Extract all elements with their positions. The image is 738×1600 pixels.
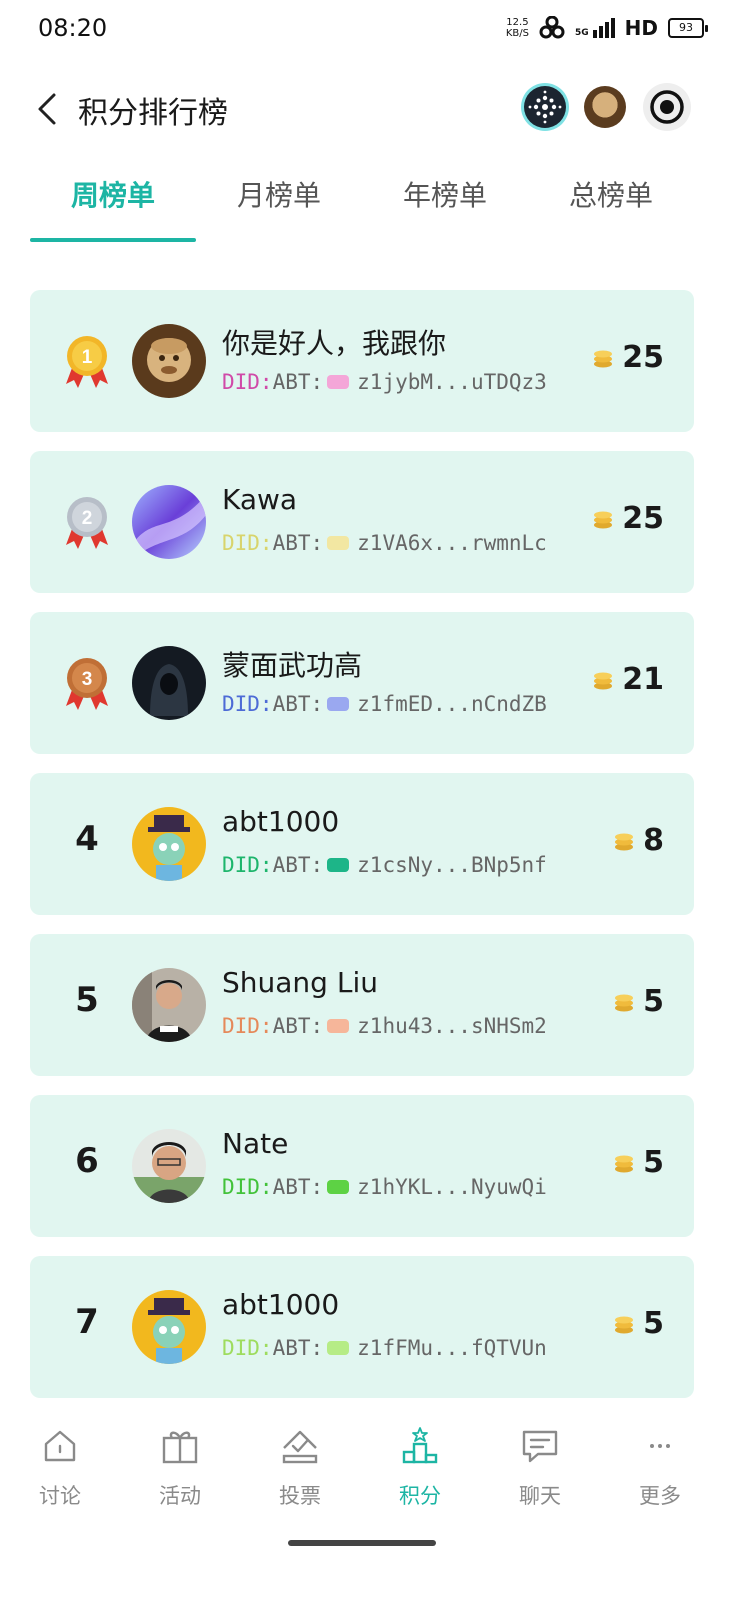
coin-icon [615,994,634,1011]
hotspot-icon [539,16,565,39]
podium-icon [402,1427,438,1464]
user-name: Kawa [222,483,298,516]
vote-icon [282,1430,318,1464]
svg-text:3: 3 [82,669,93,690]
chevron-left-icon[interactable] [34,92,62,126]
avatar [132,1129,206,1203]
gift-icon [162,1431,198,1464]
nav-item-more[interactable]: 更多 [600,1426,720,1510]
ranking-item[interactable]: 6 Nate DID: ABT: z1hYKL...NyuwQi 5 [30,1095,694,1237]
network-speed: 12.5 KB/S [505,17,529,39]
score: 25 [592,340,664,375]
svg-text:2: 2 [82,508,93,529]
bronze-medal-icon: 3 [66,658,108,710]
did-address: DID: ABT: z1hu43...sNHSm2 [222,1014,547,1038]
avatar [132,324,206,398]
did-avatar-icon [327,1019,350,1033]
coin-icon [615,833,634,850]
gold-medal-icon: 1 [66,336,108,388]
bottom-nav: 讨论 活动 投票 积分 聊天 更多 [0,1412,738,1532]
nav-item-discussion[interactable]: 讨论 [0,1426,120,1510]
did-address: DID: ABT: z1fFMu...fQTVUn [222,1336,547,1360]
user-name: abt1000 [222,1288,340,1321]
home-icon [44,1430,76,1462]
did-avatar-icon [327,858,350,872]
status-indicators: 12.5 KB/S 5G HD 93 [506,16,708,40]
user-name: Nate [222,1127,289,1160]
page-header: 积分排行榜 [0,70,738,146]
score: 5 [613,1145,664,1180]
score: 5 [613,1306,664,1341]
did-address: DID: ABT: z1fmED...nCndZB [222,692,547,716]
user-name: 你是好人，我跟你 [222,327,447,360]
silver-medal-icon: 2 [66,497,108,549]
blocklet-node-icon[interactable] [524,86,566,128]
svg-text:1: 1 [82,347,93,368]
coin-icon [615,1155,634,1172]
score: 25 [592,501,664,536]
tab-yearly[interactable]: 年榜单 [362,166,528,226]
signal-icon: 5G [575,18,615,38]
score: 5 [613,984,664,1019]
battery-icon: 93 [668,18,708,38]
ranking-tabs: 周榜单 月榜单 年榜单 总榜单 [30,166,694,244]
ranking-item[interactable]: 4 abt1000 DID: ABT: z1csNy...BNp5nf 8 [30,773,694,915]
tab-monthly[interactable]: 月榜单 [196,166,362,226]
did-address: DID: ABT: z1jybM...uTDQz3 [222,370,547,394]
did-avatar-icon [327,375,350,389]
nav-item-chat[interactable]: 聊天 [480,1426,600,1510]
ranking-item[interactable]: 1 你是好人，我跟你 DID: ABT: z1jybM...uTDQz3 25 [30,290,694,432]
score: 8 [613,823,664,858]
nav-item-points[interactable]: 积分 [360,1426,480,1510]
chat-icon [522,1430,558,1463]
user-avatar-icon[interactable] [584,86,626,128]
did-avatar-icon [327,1341,350,1355]
coin-icon [594,672,613,689]
avatar [132,968,206,1042]
more-icon [650,1444,670,1448]
avatar [132,485,206,559]
user-name: abt1000 [222,805,340,838]
rank-number: 5 [75,980,99,1020]
home-indicator[interactable] [288,1540,436,1546]
ranking-item[interactable]: 2 Kawa DID: ABT: z1VA6x...rwmnLc 25 [30,451,694,593]
rank-number: 7 [75,1302,99,1342]
avatar [132,1290,206,1364]
user-name: 蒙面武功高 [222,649,363,682]
user-name: Shuang Liu [222,966,378,999]
tab-weekly[interactable]: 周榜单 [30,166,196,226]
did-address: DID: ABT: z1csNy...BNp5nf [222,853,547,877]
coin-icon [594,511,613,528]
did-address: DID: ABT: z1VA6x...rwmnLc [222,531,547,555]
did-address: DID: ABT: z1hYKL...NyuwQi [222,1175,547,1199]
tab-overall[interactable]: 总榜单 [528,166,694,226]
hd-label: HD [624,16,658,40]
status-time: 08:20 [38,14,108,42]
ranking-item[interactable]: 5 Shuang Liu DID: ABT: z1hu43...sNHSm2 5 [30,934,694,1076]
avatar [132,646,206,720]
score: 21 [592,662,664,697]
page-title: 积分排行榜 [78,96,228,131]
did-avatar-icon [327,536,350,550]
avatar [132,807,206,881]
coin-icon [615,1316,634,1333]
status-bar: 08:20 12.5 KB/S 5G HD 93 [0,0,738,60]
coin-icon [594,350,613,367]
rank-number: 4 [75,819,99,859]
nav-item-activities[interactable]: 活动 [120,1426,240,1510]
did-avatar-icon [327,1180,350,1194]
ranking-item[interactable]: 3 蒙面武功高 DID: ABT: z1fmED...nCndZB 21 [30,612,694,754]
record-icon[interactable] [643,83,691,131]
tab-indicator [30,238,196,242]
did-avatar-icon [327,697,350,711]
rank-number: 6 [75,1141,99,1181]
nav-item-vote[interactable]: 投票 [240,1426,360,1510]
ranking-item[interactable]: 7 abt1000 DID: ABT: z1fFMu...fQTVUn 5 [30,1256,694,1398]
